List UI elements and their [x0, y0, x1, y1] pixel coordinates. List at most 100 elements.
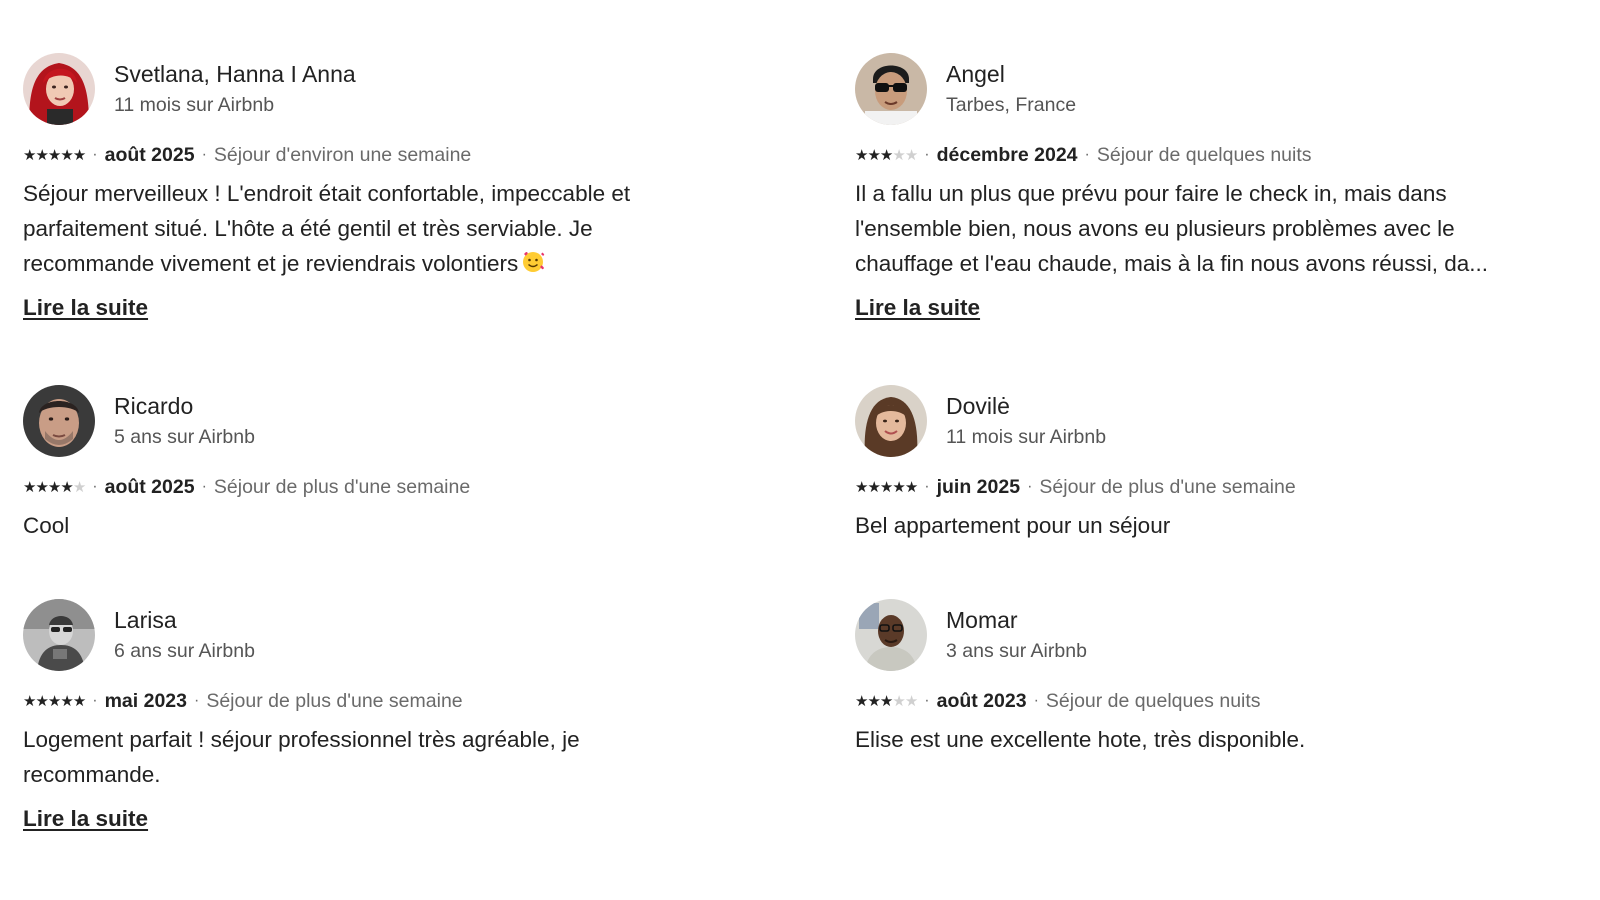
review-text: Logement parfait ! séjour professionnel …	[23, 727, 580, 787]
review-date: août 2025	[104, 143, 195, 166]
star-empty-icon: ★	[892, 146, 905, 164]
separator-dot: ·	[924, 478, 930, 495]
star-filled-icon: ★	[867, 478, 880, 496]
star-filled-icon: ★	[35, 478, 48, 496]
review-meta: ★ ★ ★ ★ ★ · août 2025 · Séjour de plus d'une…	[23, 474, 723, 500]
review-text: Cool	[23, 513, 70, 538]
rating-stars: ★ ★ ★ ★ ★	[23, 478, 86, 496]
rating-stars: ★ ★ ★ ★ ★	[855, 692, 918, 710]
star-filled-icon: ★	[879, 146, 893, 164]
star-filled-icon: ★	[23, 478, 36, 496]
separator-dot: ·	[1084, 146, 1090, 163]
avatar[interactable]	[855, 599, 927, 671]
review-header: Angel Tarbes, France	[855, 53, 1555, 125]
reviewer-location: Tarbes, France	[946, 94, 1077, 116]
review-header: Svetlana, Hanna I Anna 11 mois sur Airbn…	[23, 53, 723, 125]
star-filled-icon: ★	[35, 146, 48, 164]
star-filled-icon: ★	[867, 692, 880, 710]
review-meta: ★ ★ ★ ★ ★ · décembre 2024 · Séjour de quelqu…	[855, 142, 1555, 168]
rating-stars: ★ ★ ★ ★ ★	[855, 478, 918, 496]
separator-dot: ·	[92, 692, 98, 709]
avatar[interactable]	[855, 53, 927, 125]
review-header: Dovilė 11 mois sur Airbnb	[855, 385, 1555, 457]
separator-dot: ·	[1033, 692, 1039, 709]
reviewer-subtitle: 11 mois sur Airbnb	[946, 426, 1107, 448]
star-filled-icon: ★	[904, 478, 918, 496]
star-filled-icon: ★	[879, 478, 893, 496]
separator-dot: ·	[201, 146, 207, 163]
stay-length: Séjour de quelques nuits	[1096, 143, 1312, 166]
reviewer-name: Momar	[946, 607, 1018, 633]
star-empty-icon: ★	[72, 478, 86, 496]
star-filled-icon: ★	[60, 146, 73, 164]
reviewer-name: Larisa	[114, 607, 177, 633]
star-filled-icon: ★	[892, 478, 905, 496]
stay-length: Séjour de quelques nuits	[1045, 689, 1261, 712]
avatar[interactable]	[23, 599, 95, 671]
avatar[interactable]	[23, 53, 95, 125]
read-more-link[interactable]: Lire la suite	[23, 804, 148, 834]
star-filled-icon: ★	[47, 692, 61, 710]
separator-dot: ·	[924, 692, 930, 709]
separator-dot: ·	[194, 692, 200, 709]
star-empty-icon: ★	[904, 692, 918, 710]
reviewer-subtitle: 3 ans sur Airbnb	[946, 640, 1087, 662]
stay-length: Séjour d'environ une semaine	[213, 143, 472, 166]
review-text: Séjour merveilleux ! L'endroit était con…	[23, 176, 688, 281]
star-empty-icon: ★	[892, 692, 905, 710]
reviewer-subtitle: 11 mois sur Airbnb	[114, 94, 275, 116]
review-text: Bel appartement pour un séjour	[855, 513, 1171, 538]
rating-stars: ★ ★ ★ ★ ★	[855, 146, 918, 164]
star-filled-icon: ★	[23, 692, 36, 710]
review-header: Larisa 6 ans sur Airbnb	[23, 599, 723, 671]
review-meta: ★ ★ ★ ★ ★ · juin 2025 · Séjour de plus d'une…	[855, 474, 1555, 500]
star-filled-icon: ★	[855, 146, 868, 164]
star-filled-icon: ★	[72, 146, 86, 164]
review-date: mai 2023	[104, 689, 187, 712]
separator-dot: ·	[92, 146, 98, 163]
star-filled-icon: ★	[855, 478, 868, 496]
reviewer-name: Svetlana, Hanna I Anna	[114, 61, 356, 87]
review-meta: ★ ★ ★ ★ ★ · mai 2023 · Séjour de plus d'une …	[23, 688, 723, 714]
reviewer-name: Angel	[946, 61, 1005, 87]
rating-stars: ★ ★ ★ ★ ★	[23, 146, 86, 164]
avatar[interactable]	[23, 385, 95, 457]
read-more-link[interactable]: Lire la suite	[23, 293, 148, 323]
star-filled-icon: ★	[23, 146, 36, 164]
star-filled-icon: ★	[72, 692, 86, 710]
star-filled-icon: ★	[35, 692, 48, 710]
review-card: Ricardo 5 ans sur Airbnb ★ ★ ★ ★ ★ · août 20…	[23, 385, 723, 543]
review-card: Momar 3 ans sur Airbnb ★ ★ ★ ★ ★ · août 2023…	[855, 599, 1555, 757]
star-filled-icon: ★	[879, 692, 893, 710]
review-meta: ★ ★ ★ ★ ★ · août 2023 · Séjour de quelques n…	[855, 688, 1555, 714]
review-header: Ricardo 5 ans sur Airbnb	[23, 385, 723, 457]
review-date: août 2023	[936, 689, 1027, 712]
review-card: Angel Tarbes, France ★ ★ ★ ★ ★ · décembre 20…	[855, 53, 1555, 323]
reviewer-name: Ricardo	[114, 393, 194, 419]
stay-length: Séjour de plus d'une semaine	[1039, 475, 1296, 498]
review-date: août 2025	[104, 475, 195, 498]
read-more-link[interactable]: Lire la suite	[855, 293, 980, 323]
star-empty-icon: ★	[904, 146, 918, 164]
review-card: Larisa 6 ans sur Airbnb ★ ★ ★ ★ ★ · mai 2023…	[23, 599, 723, 834]
reviewer-subtitle: 6 ans sur Airbnb	[114, 640, 255, 662]
stay-length: Séjour de plus d'une semaine	[213, 475, 471, 498]
separator-dot: ·	[201, 478, 207, 495]
review-text: Elise est une excellente hote, très disp…	[855, 727, 1306, 752]
star-filled-icon: ★	[855, 692, 868, 710]
separator-dot: ·	[924, 146, 930, 163]
stay-length: Séjour de plus d'une semaine	[206, 689, 463, 712]
review-meta: ★ ★ ★ ★ ★ · août 2025 · Séjour d'environ une…	[23, 142, 723, 168]
review-date: décembre 2024	[936, 143, 1078, 166]
avatar[interactable]	[855, 385, 927, 457]
reviewer-subtitle: 5 ans sur Airbnb	[114, 426, 255, 448]
smiling-face-with-hearts-icon	[521, 249, 545, 273]
review-date: juin 2025	[936, 475, 1021, 498]
review-header: Momar 3 ans sur Airbnb	[855, 599, 1555, 671]
separator-dot: ·	[1027, 478, 1033, 495]
separator-dot: ·	[92, 478, 98, 495]
star-filled-icon: ★	[47, 478, 61, 496]
review-card: Dovilė 11 mois sur Airbnb ★ ★ ★ ★ ★ · juin 2…	[855, 385, 1555, 543]
star-filled-icon: ★	[47, 146, 61, 164]
star-filled-icon: ★	[60, 692, 73, 710]
